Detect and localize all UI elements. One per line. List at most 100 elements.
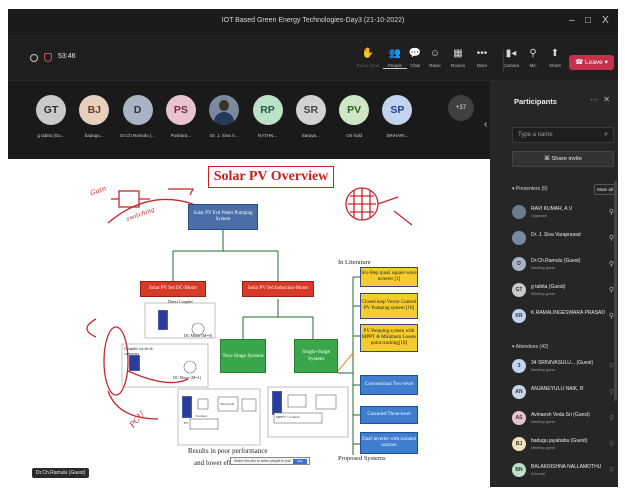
proposed-heading: Proposed Systems (338, 455, 386, 462)
participant-name: ANJANEYULU NAIK, R (531, 386, 584, 392)
participant-row[interactable]: D Dr.Ch.Ramulu (Guest) Meeting guest ⚲ (512, 255, 616, 275)
participant-tile[interactable]: BJ badugu... (73, 95, 115, 138)
participant-tile[interactable]: GT g tabita (Gu... (30, 95, 72, 138)
participant-search-input[interactable]: Type a name ⌕ (512, 127, 614, 143)
mic-icon: ⚲ (529, 48, 537, 59)
more-icon: ••• (476, 48, 488, 59)
dc-motor-box: Solar PV fed DC-Motor (140, 281, 206, 297)
attendees-label: Attendees (42) (515, 344, 549, 350)
block-pv-label: PV (184, 421, 189, 425)
raise-hand-button[interactable]: ✋ Raise hand (356, 47, 380, 68)
participants-panel: Participants … ✕ Type a name ⌕ ⌘ Share in… (490, 81, 618, 487)
shield-icon (44, 53, 52, 62)
dc-motor-m1-label: DC Motor (M=1) (173, 375, 202, 380)
participant-row[interactable]: BJ badugu jayababu (Guest) Meeting guest ⚲ (512, 435, 616, 455)
participant-row[interactable]: Dr. J. Siva Varaprasad ⚲ (512, 229, 616, 249)
participant-tile[interactable]: RP RATHN... (247, 95, 289, 138)
participant-row[interactable]: AS Avinaesh Veda Sri (Guest) Meeting guest… (512, 409, 616, 429)
participant-name: 34 SRINIVASULU... (Guest) (531, 360, 594, 366)
participant-row[interactable]: BN BALAKRISHNA NALLAMOTHU External ⚲ (512, 461, 616, 481)
participant-name: Dr.Ch.Ramulu (... (120, 133, 155, 138)
dc-motor-m0-label: DC Motor (M=0) (184, 333, 213, 338)
mic-muted-icon[interactable]: ⚲ (609, 414, 614, 422)
root-box: Solar PV Fed Water Pumping System (188, 204, 258, 230)
coupled-converter-label: Coupled via dc-dc converter (124, 346, 154, 356)
attendees-section-header[interactable]: ▾ Attendees (42) (512, 344, 548, 350)
participant-role: Meeting guest (531, 446, 555, 450)
raise-hand-icon: ✋ (361, 48, 375, 59)
more-participants-badge[interactable]: +37 (448, 95, 474, 121)
participant-row[interactable]: KR K.RAMALINGESWARA PRASAD ⚲ (512, 307, 616, 327)
stop-sharing-button[interactable]: Stop sharing (293, 459, 307, 468)
close-window-button[interactable]: X (602, 15, 609, 26)
mic-muted-icon[interactable]: ⚲ (609, 440, 614, 448)
share-button[interactable]: ⬆ Share (543, 47, 567, 68)
participant-role: Meeting guest (531, 292, 555, 296)
participant-name: Dr. J. Siva V... (210, 133, 239, 138)
participant-name: K.RAMALINGESWARA PRASAD (531, 310, 605, 316)
lit-item-2: Closed loop Vector Control PV Pumping sy… (360, 293, 418, 319)
participant-name: g tabita (Gu... (37, 133, 65, 138)
recording-icon (30, 54, 38, 62)
participant-name: badugu jayababu (Guest) (531, 438, 588, 444)
react-icon: ☺ (429, 48, 441, 59)
participant-tile[interactable]: SP SRIHARI... (376, 95, 418, 138)
mic-button[interactable]: ⚲ Mic (521, 47, 545, 68)
leave-button[interactable]: ☎ Leave ▾ (569, 55, 614, 70)
more-button[interactable]: ••• More (470, 47, 494, 68)
toolbar-divider (503, 50, 504, 72)
toast-text: Share this link to allow people to join (234, 459, 291, 463)
participant-name: g tabita (Guest) (531, 284, 566, 290)
search-placeholder: Type a name (518, 132, 553, 138)
avatar: SP (382, 95, 413, 125)
participant-tile[interactable]: D Dr.Ch.Ramulu (... (117, 95, 159, 138)
avatar: KR (512, 309, 526, 323)
collapse-strip-chevron-icon[interactable]: ‹ (484, 119, 487, 130)
participant-name: RAVI KUMAR, A.V (531, 206, 573, 212)
avatar: D (122, 95, 153, 125)
participant-row[interactable]: GT g tabita (Guest) Meeting guest ⚲ (512, 281, 616, 301)
participant-tile[interactable]: Dr. J. Siva V... (203, 95, 245, 138)
avatar: RP (252, 95, 283, 125)
single-stage-box: Single-Stage System (294, 339, 338, 373)
participant-role: External (531, 472, 545, 476)
participant-tile[interactable]: PS Pushara... (160, 95, 202, 138)
mic-muted-icon[interactable]: ⚲ (609, 466, 614, 474)
close-panel-icon[interactable]: ✕ (603, 95, 610, 104)
block-mppt-control-label: MPPT + Control (276, 415, 300, 419)
participant-tile[interactable]: SR Saraya... (290, 95, 332, 138)
pop-out-icon[interactable]: … (590, 93, 598, 102)
meeting-toolbar: 53:46 ✋ Raise hand 👥 People 💬 Chat ☺ Raise ▦ Room… (8, 35, 618, 81)
avatar: GT (36, 95, 66, 125)
participant-role: Meeting guest (531, 368, 555, 372)
teams-window: IOT Based Green Energy Technologies-Day3… (8, 9, 618, 487)
participant-name: BALAKRISHNA NALLAMOTHU (531, 464, 602, 470)
participant-tile[interactable]: PV On hold (333, 95, 375, 138)
proposed-item-1: Conventional Two-level (360, 375, 418, 395)
title-bar: IOT Based Green Energy Technologies-Day3… (8, 9, 618, 35)
participant-name: Dr. J. Siva Varaprasad (531, 232, 581, 238)
participant-row[interactable]: 3 34 SRINIVASULU... (Guest) Meeting guest ⚲ (512, 357, 616, 377)
avatar: AS (512, 411, 526, 425)
toolbar-label: More (476, 63, 488, 68)
participant-role: Organizer (531, 214, 548, 218)
participant-row[interactable]: RAVI KUMAR, A.V Organizer ⚲ (512, 203, 616, 223)
toolbar-label: Share (548, 63, 561, 68)
react-button[interactable]: ☺ Raise (423, 47, 447, 68)
mute-all-button[interactable]: Mute all (594, 184, 616, 195)
maximize-button[interactable]: □ (585, 15, 591, 26)
lit-item-1: Six-Step quasi square wave inverter [1] (360, 267, 418, 287)
panel-scrollbar[interactable] (614, 181, 617, 401)
slide-title: Solar PV Overview (208, 166, 334, 188)
rooms-button[interactable]: ▦ Rooms (446, 47, 470, 68)
participant-row[interactable]: AN ANJANEYULU NAIK, R ⚲ (512, 383, 616, 403)
avatar: BJ (79, 95, 110, 125)
share-invite-button[interactable]: ⌘ Share invite (512, 151, 614, 167)
avatar: SR (295, 95, 326, 125)
presenters-label: Presenters (5) (515, 186, 548, 192)
meeting-timer: 53:46 (58, 53, 76, 60)
avatar (512, 205, 526, 219)
toolbar-label: Raise hand (356, 63, 380, 68)
presenters-section-header[interactable]: ▾ Presenters (5) (512, 186, 548, 192)
minimize-button[interactable]: – (569, 15, 575, 26)
